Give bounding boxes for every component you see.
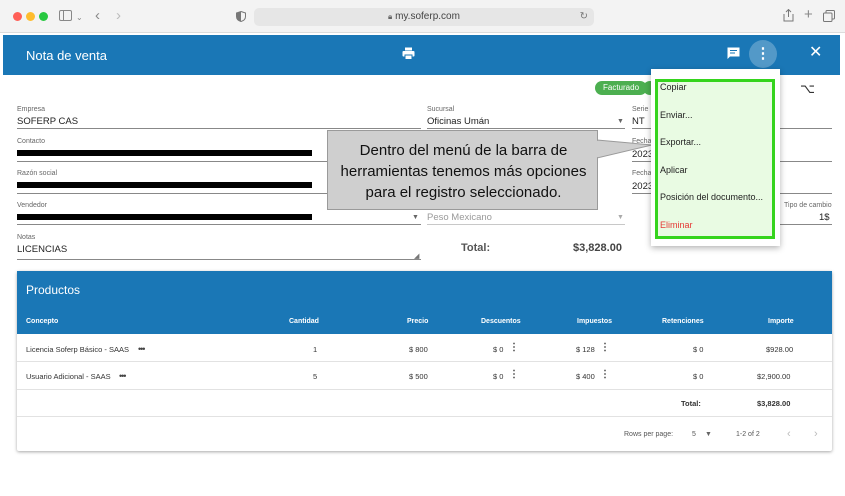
menu-item-posicion[interactable]: Posición del documento... <box>660 192 763 202</box>
cell-precio: $ 500 <box>409 372 428 381</box>
more-options-button[interactable]: ⋮ <box>749 40 777 68</box>
notas-label: Notas <box>17 234 36 241</box>
table-total-label: Total: <box>681 399 701 408</box>
products-title: Productos <box>26 283 81 297</box>
tipo-cambio-label: Tipo de cambio <box>784 202 832 209</box>
serie-label: Serie <box>632 106 649 113</box>
serie-field[interactable]: NT <box>632 116 645 127</box>
column-header: Retenciones <box>662 318 704 325</box>
rows-per-page-label: Rows per page: <box>624 431 674 438</box>
caret-down-icon[interactable]: ▼ <box>617 214 624 221</box>
sidebar-icon[interactable] <box>59 10 72 23</box>
cell-concepto: Usuario Adicional - SAAS <box>26 372 111 381</box>
menu-item-copiar[interactable]: Copiar <box>660 82 687 92</box>
lock-icon: 🔒︎ <box>388 12 393 21</box>
option-icon[interactable]: ⌥ <box>800 81 815 97</box>
column-header: Importe <box>768 318 794 325</box>
next-page-icon[interactable]: › <box>814 428 818 440</box>
empresa-field[interactable]: SOFERP CAS <box>17 116 78 127</box>
menu-item-exportar[interactable]: Exportar... <box>660 137 701 147</box>
empresa-label: Empresa <box>17 106 46 113</box>
more-vert-icon: ⋮ <box>755 45 771 62</box>
redacted-razon-social <box>17 182 312 188</box>
caret-down-icon[interactable]: ▼ <box>617 118 624 125</box>
notas-textarea[interactable]: LICENCIAS <box>17 244 67 255</box>
table-total-value: $3,828.00 <box>757 399 791 408</box>
back-icon[interactable]: ‹ <box>95 8 100 23</box>
cell-importe: $2,900.00 <box>757 372 791 381</box>
more-vert-icon[interactable]: ⋮ <box>600 369 610 380</box>
callout-line: herramientas tenemos más opciones <box>340 163 587 180</box>
tipo-cambio-field[interactable]: 1$ <box>819 212 830 223</box>
callout-pointer <box>597 139 653 159</box>
moneda-select[interactable]: Peso Mexicano <box>427 212 492 223</box>
menu-item-eliminar[interactable]: Eliminar <box>660 220 693 230</box>
sucursal-label: Sucursal <box>427 106 455 113</box>
forward-icon[interactable]: › <box>116 8 121 23</box>
total-value: $3,828.00 <box>573 242 622 254</box>
redacted-contacto <box>17 150 312 156</box>
more-vert-icon[interactable]: ⋮ <box>600 342 610 353</box>
cell-descuentos: $ 0 <box>493 372 504 381</box>
redacted-vendedor <box>17 214 312 220</box>
total-label: Total: <box>461 242 491 254</box>
printer-icon[interactable] <box>402 47 415 64</box>
maximize-window-button[interactable] <box>39 12 48 21</box>
tab-overview-icon[interactable] <box>823 10 835 24</box>
column-header: Impuestos <box>577 318 613 325</box>
cell-retenciones: $ 0 <box>693 345 704 354</box>
status-badge: Facturado <box>595 81 648 95</box>
more-vert-icon[interactable]: ⋮ <box>509 369 519 380</box>
address-bar[interactable]: 🔒︎ my.soferp.com ↻ <box>254 8 594 26</box>
address-text: my.soferp.com <box>395 11 460 22</box>
column-header: Concepto <box>26 318 59 325</box>
vendedor-label: Vendedor <box>17 202 47 209</box>
cell-impuestos: $ 400 <box>576 372 595 381</box>
cell-importe: $928.00 <box>766 345 794 354</box>
caret-down-icon[interactable]: ▼ <box>705 431 712 438</box>
fecha-field-2[interactable]: 2023 <box>632 181 653 192</box>
cell-descuentos: $ 0 <box>493 345 504 354</box>
fecha-label-2: Fecha <box>632 170 652 177</box>
column-header: Precio <box>407 318 429 325</box>
column-header: Cantidad <box>289 318 319 325</box>
products-card: Productos Concepto Cantidad Precio Descu… <box>17 271 832 451</box>
callout-line: Dentro del menú de la barra de <box>359 142 568 159</box>
products-header: Productos Concepto Cantidad Precio Descu… <box>17 271 832 334</box>
more-horiz-icon[interactable]: ••• <box>138 344 146 354</box>
close-window-button[interactable] <box>13 12 22 21</box>
menu-item-enviar[interactable]: Enviar... <box>660 110 693 120</box>
menu-item-aplicar[interactable]: Aplicar <box>660 165 688 175</box>
feedback-icon[interactable] <box>727 47 740 64</box>
more-vert-icon[interactable]: ⋮ <box>509 342 519 353</box>
razon-social-label: Razón social <box>17 170 58 177</box>
cell-impuestos: $ 128 <box>576 345 595 354</box>
cell-retenciones: $ 0 <box>693 372 704 381</box>
callout-line: para el registro seleccionado. <box>365 184 562 201</box>
caret-down-icon[interactable]: ▼ <box>412 214 419 221</box>
annotation-callout: Dentro del menú de la barra de herramien… <box>327 130 598 210</box>
share-icon[interactable] <box>783 8 794 24</box>
minimize-window-button[interactable] <box>26 12 35 21</box>
cell-precio: $ 800 <box>409 345 428 354</box>
close-icon[interactable]: ✕ <box>809 45 822 61</box>
rows-per-page-select[interactable]: 5 <box>692 431 696 438</box>
sucursal-select[interactable]: Oficinas Umán <box>427 116 489 127</box>
reload-icon[interactable]: ↻ <box>580 8 588 26</box>
page-title: Nota de venta <box>26 48 107 63</box>
more-horiz-icon[interactable]: ••• <box>119 371 127 381</box>
cell-concepto: Licencia Soferp Básico - SAAS <box>26 345 129 354</box>
cell-cantidad: 1 <box>313 345 318 354</box>
column-header: Descuentos <box>481 318 521 325</box>
pagination-range: 1-2 of 2 <box>736 431 760 438</box>
contacto-label: Contacto <box>17 138 46 145</box>
shield-icon[interactable] <box>236 10 246 24</box>
browser-toolbar: ⌄ ‹ › 🔒︎ my.soferp.com ↻ + <box>0 0 845 33</box>
new-tab-icon[interactable]: + <box>804 7 813 22</box>
cell-cantidad: 5 <box>313 372 318 381</box>
chevron-down-icon[interactable]: ⌄ <box>76 11 83 24</box>
prev-page-icon[interactable]: ‹ <box>787 428 791 440</box>
menu-highlight-box <box>655 79 775 239</box>
